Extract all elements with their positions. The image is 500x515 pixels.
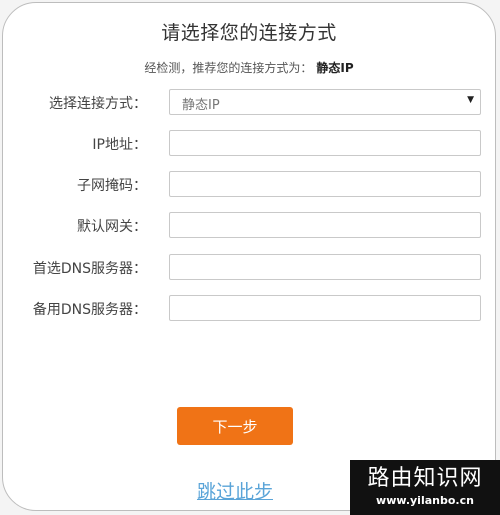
detection-result: 静态IP — [316, 61, 354, 75]
site-watermark: 路由知识网 www.yilanbo.cn — [350, 460, 500, 515]
dropdown-arrow-icon: ▼ — [467, 95, 474, 105]
detection-message: 经检测，推荐您的连接方式为： 静态IP — [3, 59, 495, 76]
ip-address-input[interactable] — [169, 130, 481, 156]
watermark-url: www.yilanbo.cn — [376, 494, 474, 507]
ip-address-row: IP地址： — [3, 130, 495, 158]
primary-dns-input[interactable] — [169, 254, 481, 280]
subnet-mask-input[interactable] — [169, 171, 481, 197]
ip-address-label: IP地址： — [92, 137, 147, 153]
gateway-label: 默认网关： — [77, 219, 147, 235]
connection-type-select[interactable]: 静态IP ▼ — [169, 89, 481, 115]
next-step-button[interactable]: 下一步 — [177, 407, 293, 445]
watermark-title: 路由知识网 — [367, 466, 483, 491]
gateway-input[interactable] — [169, 212, 481, 238]
secondary-dns-input[interactable] — [169, 295, 481, 321]
setup-panel: 请选择您的连接方式 经检测，推荐您的连接方式为： 静态IP 选择连接方式： 静态I… — [2, 2, 496, 511]
connection-type-label: 选择连接方式： — [49, 96, 147, 112]
connection-type-value: 静态IP — [182, 98, 220, 113]
subnet-mask-label: 子网掩码： — [77, 178, 147, 194]
secondary-dns-row: 备用DNS服务器： — [3, 295, 495, 323]
subnet-mask-row: 子网掩码： — [3, 171, 495, 199]
connection-type-row: 选择连接方式： 静态IP ▼ — [3, 89, 495, 117]
primary-dns-label: 首选DNS服务器： — [32, 261, 147, 277]
page-title: 请选择您的连接方式 — [161, 22, 337, 44]
gateway-row: 默认网关： — [3, 212, 495, 240]
primary-dns-row: 首选DNS服务器： — [3, 254, 495, 282]
secondary-dns-label: 备用DNS服务器： — [32, 302, 147, 318]
detection-prefix: 经检测，推荐您的连接方式为： — [144, 61, 313, 75]
